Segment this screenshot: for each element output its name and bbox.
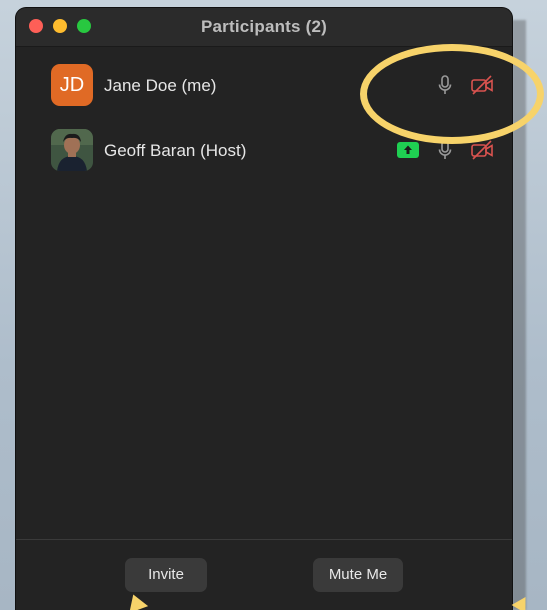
window-title: Participants (2) [200, 17, 327, 36]
camera-off-icon[interactable] [470, 74, 494, 96]
screen-share-icon[interactable] [397, 142, 419, 158]
desktop-background: Participants (2) JD Jane Doe (me) Geoff … [0, 0, 547, 610]
participants-footer: Invite Mute Me [16, 539, 512, 610]
participants-window: Participants (2) JD Jane Doe (me) Geoff … [16, 8, 512, 610]
mute-me-button[interactable]: Mute Me [313, 558, 403, 592]
participant-row-geoff[interactable]: Geoff Baran (Host) [16, 121, 512, 177]
participant-name: Geoff Baran (Host) [104, 141, 247, 160]
mic-icon[interactable] [433, 139, 457, 161]
participant-row-jane[interactable]: JD Jane Doe (me) [16, 56, 512, 112]
title-bar[interactable]: Participants (2) [16, 8, 512, 47]
window-shadow [512, 20, 526, 610]
participant-name: Jane Doe (me) [104, 76, 217, 95]
avatar: JD [51, 64, 93, 106]
camera-off-icon[interactable] [470, 139, 494, 161]
avatar-photo-icon [51, 129, 93, 171]
mic-icon[interactable] [433, 74, 457, 96]
avatar [51, 129, 93, 171]
invite-button[interactable]: Invite [125, 558, 207, 592]
